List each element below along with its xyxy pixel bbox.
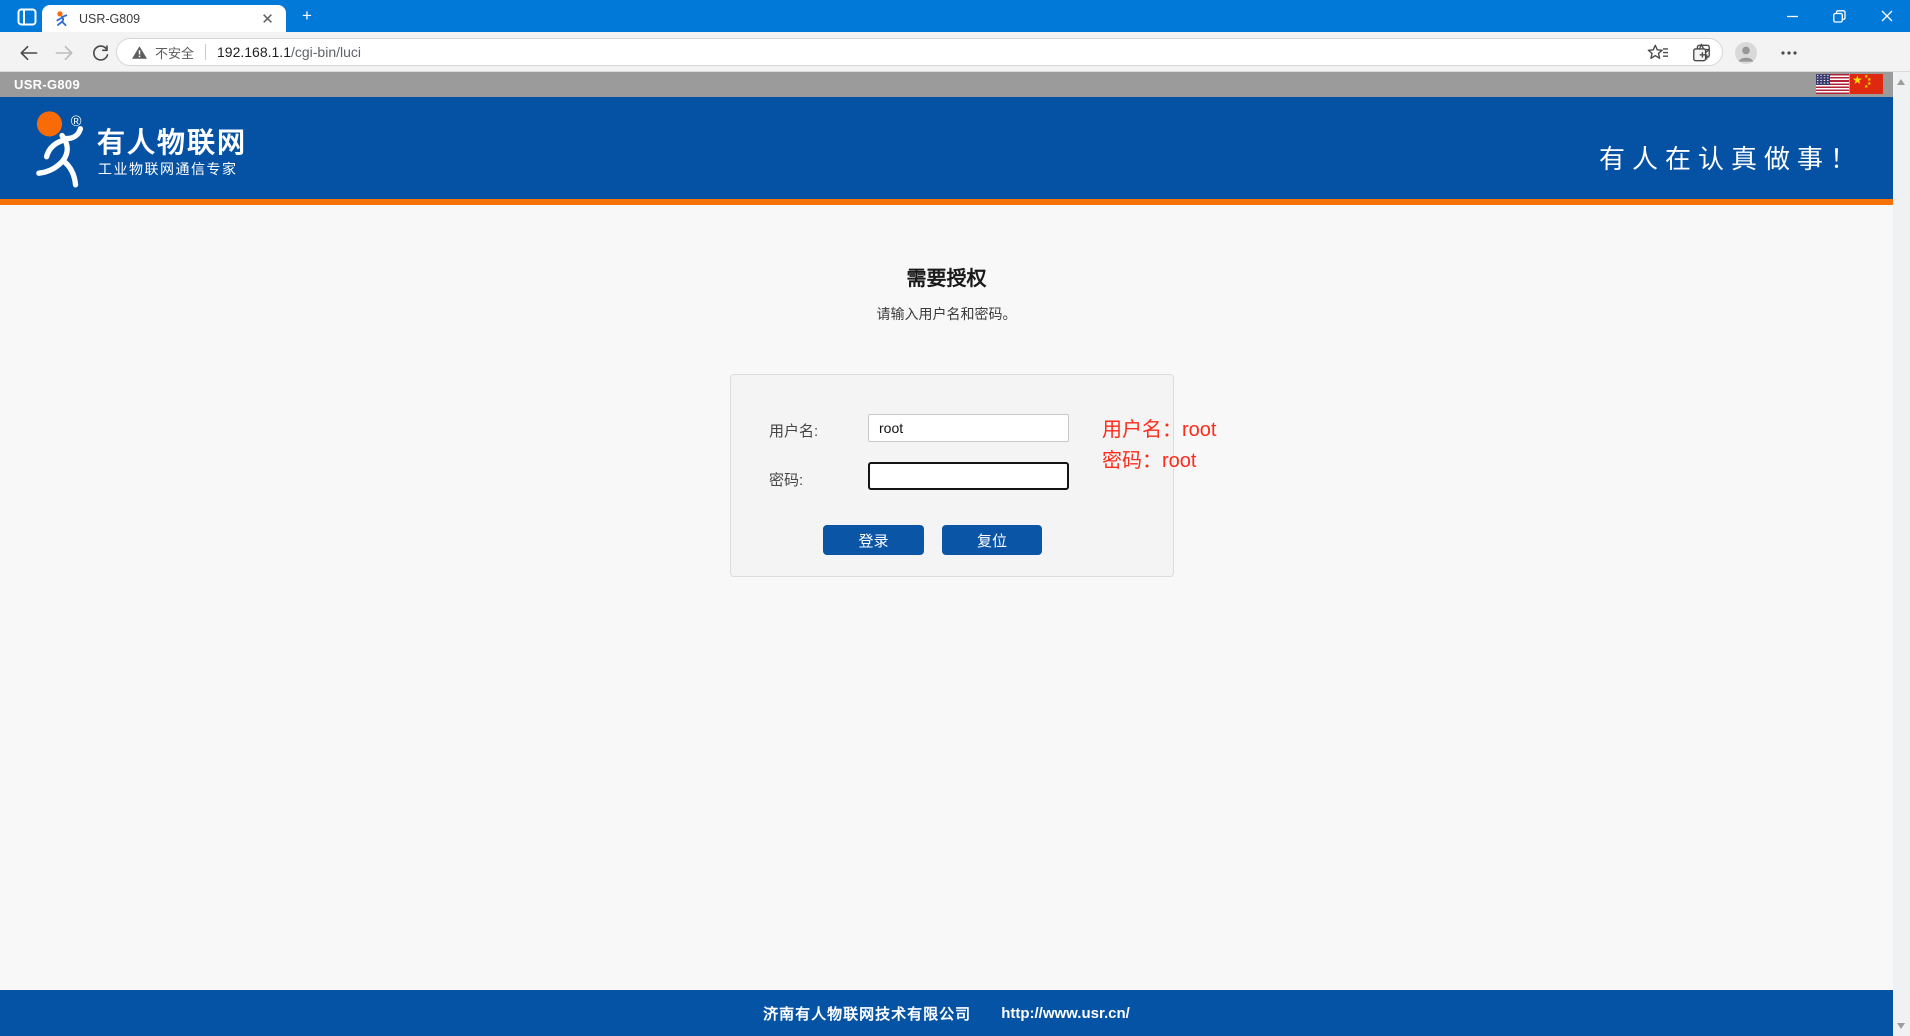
english-language-flag[interactable] xyxy=(1816,74,1849,94)
vertical-scrollbar[interactable] xyxy=(1893,72,1910,1036)
footer-company: 济南有人物联网技术有限公司 xyxy=(763,1003,971,1024)
browser-toolbar: 不安全 192.168.1.1/cgi-bin/luci xyxy=(0,32,1910,72)
back-button[interactable] xyxy=(16,41,40,65)
scroll-down-arrow-icon[interactable] xyxy=(1897,1023,1905,1029)
restore-button[interactable] xyxy=(1816,0,1863,32)
browser-tab[interactable]: USR-G809 ✕ xyxy=(42,5,286,32)
scroll-up-arrow-icon[interactable] xyxy=(1897,79,1905,85)
collections-icon[interactable] xyxy=(1691,43,1712,63)
chinese-language-flag[interactable]: ★ ★ ★ ★ ★ xyxy=(1850,74,1883,94)
close-window-button[interactable] xyxy=(1863,0,1910,32)
username-input[interactable] xyxy=(868,414,1069,442)
profile-avatar[interactable] xyxy=(1734,41,1758,65)
forward-button[interactable] xyxy=(52,41,76,65)
minimize-icon xyxy=(1787,11,1798,22)
header-tagline: 有人在认真做事！ xyxy=(1599,139,1863,176)
browser-window: USR-G809 ✕ + xyxy=(0,0,1910,1036)
site-footer: 济南有人物联网技术有限公司 http://www.usr.cn/ xyxy=(0,990,1893,1036)
cn-flag-star: ★ xyxy=(1852,74,1863,87)
address-bar[interactable]: 不安全 192.168.1.1/cgi-bin/luci xyxy=(116,38,1723,66)
usr-favicon-icon xyxy=(54,10,71,27)
close-icon xyxy=(1881,10,1893,22)
credentials-annotation: 用户名：root 密码：root xyxy=(1102,415,1216,477)
tab-title: USR-G809 xyxy=(79,12,259,26)
new-tab-button[interactable]: + xyxy=(296,8,318,26)
username-label: 用户名: xyxy=(769,420,818,441)
security-indicator[interactable]: 不安全 xyxy=(131,43,194,62)
device-model-label: USR-G809 xyxy=(14,77,80,92)
menu-ellipsis-icon[interactable] xyxy=(1780,44,1798,62)
annotation-password: 密码：root xyxy=(1102,446,1216,477)
forward-icon xyxy=(54,44,75,62)
brand-slogan: 工业物联网通信专家 xyxy=(98,159,238,179)
password-label: 密码: xyxy=(769,469,803,490)
tab-close-icon[interactable]: ✕ xyxy=(259,10,276,27)
brand-name: 有人物联网 xyxy=(97,121,247,161)
refresh-icon xyxy=(91,44,110,63)
url-path: /cgi-bin/luci xyxy=(291,44,361,60)
annotation-username: 用户名：root xyxy=(1102,415,1216,446)
warning-icon xyxy=(131,45,148,60)
usr-logo-icon: ® xyxy=(34,109,92,191)
page-viewport: USR-G809 ★ ★ ★ ★ ★ ® xyxy=(0,72,1893,1036)
restore-icon xyxy=(1833,10,1846,23)
address-separator xyxy=(205,44,206,60)
browser-titlebar: USR-G809 ✕ + xyxy=(0,0,1910,32)
url-text: 192.168.1.1/cgi-bin/luci xyxy=(217,44,361,60)
page-subtitle: 请输入用户名和密码。 xyxy=(0,304,1893,324)
refresh-button[interactable] xyxy=(88,41,112,65)
tab-actions-menu-button[interactable] xyxy=(12,5,42,28)
main-content: 需要授权 请输入用户名和密码。 用户名: 密码: 登录 复位 用户名：root … xyxy=(0,211,1893,990)
page-title: 需要授权 xyxy=(0,262,1893,291)
site-header: ® 有人物联网 工业物联网通信专家 有人在认真做事！ xyxy=(0,97,1893,205)
back-icon xyxy=(18,44,39,62)
url-host: 192.168.1.1 xyxy=(217,44,291,60)
tab-actions-icon xyxy=(17,8,37,26)
favorites-icon[interactable] xyxy=(1647,43,1669,63)
login-button[interactable]: 登录 xyxy=(823,525,924,555)
minimize-button[interactable] xyxy=(1769,0,1816,32)
device-model-bar: USR-G809 ★ ★ ★ ★ ★ xyxy=(0,72,1893,97)
security-label: 不安全 xyxy=(155,43,194,62)
reset-button[interactable]: 复位 xyxy=(942,525,1042,555)
usr-logo: ® xyxy=(34,109,92,191)
us-flag-canton xyxy=(1816,74,1830,85)
footer-website-link[interactable]: http://www.usr.cn/ xyxy=(1001,1005,1130,1022)
password-input[interactable] xyxy=(868,462,1069,490)
